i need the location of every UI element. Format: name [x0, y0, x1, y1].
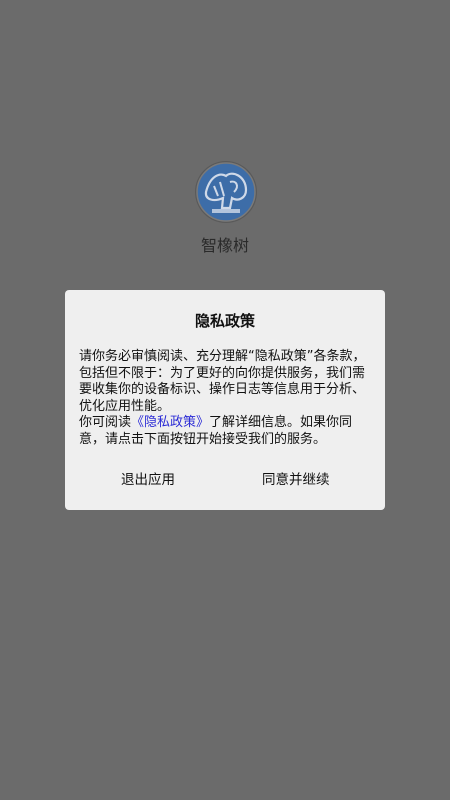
dialog-body: 请你务必审慎阅读、充分理解“隐私政策”各条款，包括但不限于：为了更好的向你提供服…: [79, 349, 375, 448]
exit-app-button[interactable]: 退出应用: [121, 468, 175, 488]
dialog-title: 隐私政策: [194, 312, 255, 330]
splash-screen: 智橡树 隐私政策 请你务必审慎阅读、充分理解“隐私政策”各条款，包括但不限于：为…: [0, 0, 450, 800]
privacy-policy-dialog: 隐私政策 请你务必审慎阅读、充分理解“隐私政策”各条款，包括但不限于：为了更好的…: [65, 290, 385, 510]
policy-paragraph-1: 请你务必审慎阅读、充分理解“隐私政策”各条款，包括但不限于：为了更好的向你提供服…: [79, 349, 366, 414]
paragraph-2-prefix: 你可阅读: [79, 415, 132, 430]
privacy-policy-link[interactable]: 《隐私政策》: [131, 415, 209, 430]
policy-paragraph-2: 你可阅读《隐私政策》了解详细信息。如果你同意，请点击下面按钮开始接受我们的服务。: [79, 415, 375, 448]
tree-logo-icon: [196, 162, 256, 222]
app-name: 智橡树: [200, 236, 249, 255]
agree-continue-button[interactable]: 同意并继续: [262, 468, 330, 488]
app-logo: [195, 161, 257, 223]
